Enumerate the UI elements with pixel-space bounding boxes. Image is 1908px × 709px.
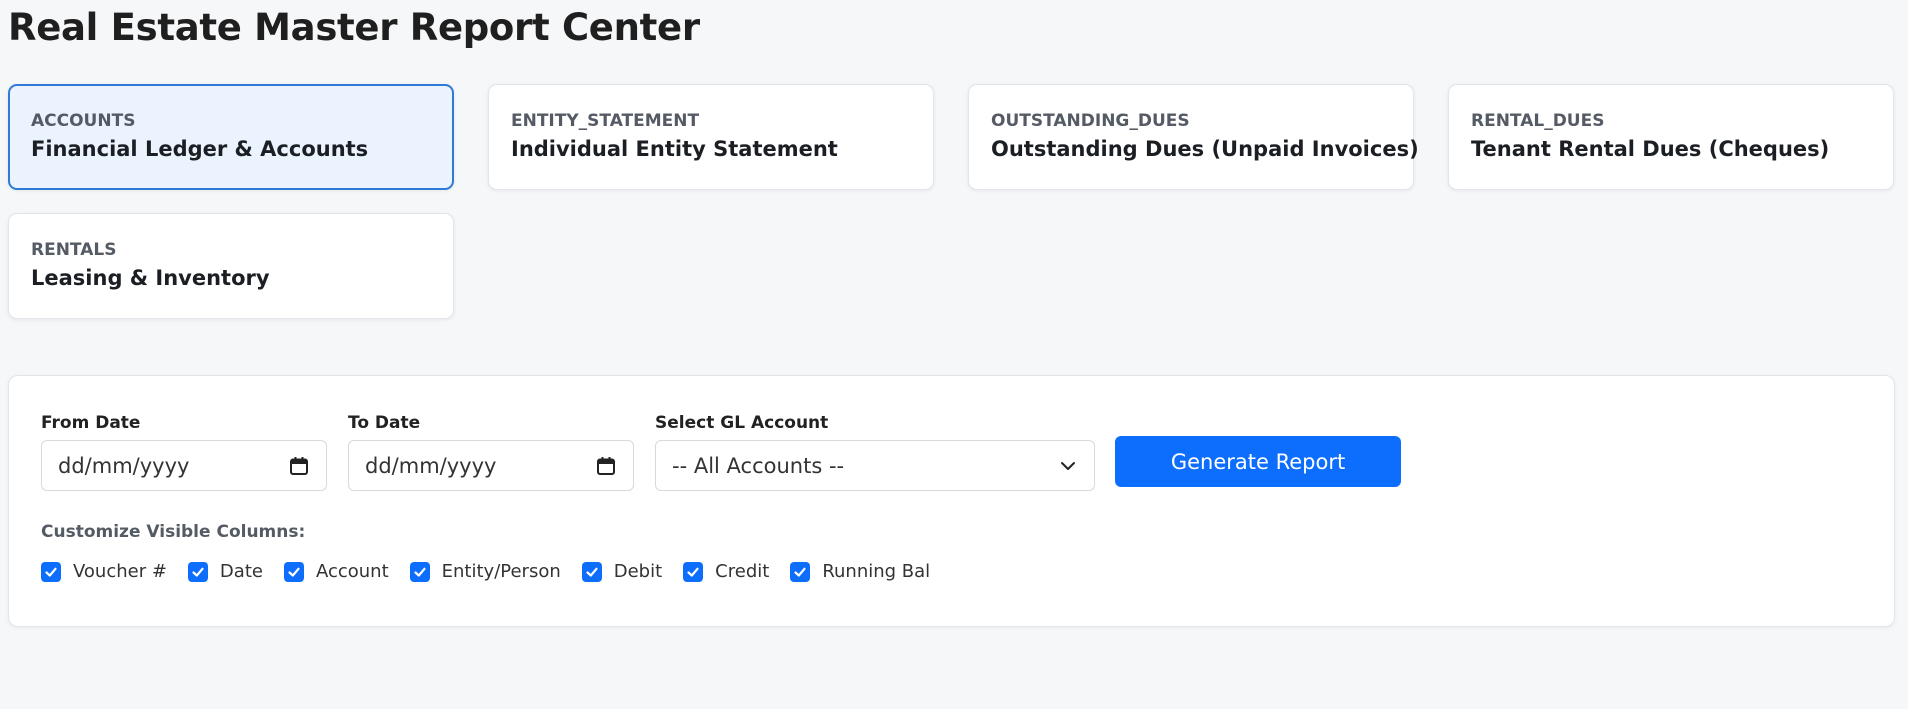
column-toggle-debit[interactable]: Debit: [581, 561, 663, 582]
generate-report-button[interactable]: Generate Report: [1115, 436, 1401, 487]
column-toggle-voucher[interactable]: Voucher #: [41, 561, 167, 582]
to-date-field: To Date dd/mm/yyyy: [348, 412, 634, 491]
report-center-page: Real Estate Master Report Center ACCOUNT…: [0, 0, 1908, 709]
report-card-name: Tenant Rental Dues (Cheques): [1471, 137, 1830, 161]
column-label: Credit: [715, 561, 770, 582]
checkbox-checked[interactable]: [790, 561, 811, 582]
checkbox-checked[interactable]: [683, 561, 704, 582]
column-toggle-running-bal[interactable]: Running Bal: [790, 561, 930, 582]
report-card-code: ACCOUNTS: [31, 111, 136, 131]
checkbox-checked[interactable]: [283, 561, 304, 582]
checkbox-checked[interactable]: [41, 561, 61, 582]
to-date-input[interactable]: dd/mm/yyyy: [348, 440, 634, 491]
report-card-name: Financial Ledger & Accounts: [31, 137, 369, 161]
column-toggle-entity[interactable]: Entity/Person: [409, 561, 561, 582]
to-date-label: To Date: [348, 413, 421, 433]
gl-account-select[interactable]: -- All Accounts --: [655, 440, 1095, 491]
report-card-name: Individual Entity Statement: [511, 137, 838, 161]
filter-panel: From Date dd/mm/yyyy To Date dd/mm/yyyy: [8, 375, 1895, 627]
column-label: Running Bal: [822, 561, 931, 582]
report-card-rentals[interactable]: RENTALS Leasing & Inventory: [8, 213, 454, 319]
checkbox-checked[interactable]: [581, 561, 602, 582]
gl-account-field: Select GL Account -- All Accounts --: [655, 412, 1095, 491]
column-toggle-account[interactable]: Account: [283, 561, 389, 582]
from-date-input[interactable]: dd/mm/yyyy: [41, 440, 327, 491]
report-card-name: Outstanding Dues (Unpaid Invoices): [991, 137, 1419, 161]
from-date-value: dd/mm/yyyy: [58, 453, 190, 478]
to-date-value: dd/mm/yyyy: [365, 453, 497, 478]
report-card-rental-dues[interactable]: RENTAL_DUES Tenant Rental Dues (Cheques): [1448, 84, 1894, 190]
columns-label: Customize Visible Columns:: [41, 522, 306, 542]
report-card-outstanding-dues[interactable]: OUTSTANDING_DUES Outstanding Dues (Unpai…: [968, 84, 1419, 190]
column-toggle-date[interactable]: Date: [187, 561, 263, 582]
column-label: Voucher #: [73, 561, 167, 582]
report-card-name: Leasing & Inventory: [31, 266, 270, 290]
report-card-code: RENTALS: [31, 240, 117, 260]
column-toggle-credit[interactable]: Credit: [683, 561, 769, 582]
calendar-icon[interactable]: [595, 455, 617, 477]
gl-account-selected: -- All Accounts --: [672, 453, 845, 478]
from-date-label: From Date: [41, 413, 141, 433]
report-card-code: ENTITY_STATEMENT: [511, 111, 700, 131]
report-card-entity-statement[interactable]: ENTITY_STATEMENT Individual Entity State…: [488, 84, 934, 190]
column-label: Account: [315, 561, 389, 582]
calendar-icon[interactable]: [288, 455, 310, 477]
chevron-down-icon: [1058, 456, 1078, 476]
column-toggles: Voucher # Date Account Entity/Person Deb…: [41, 561, 951, 582]
page-title: Real Estate Master Report Center: [8, 6, 700, 49]
column-label: Date: [219, 561, 263, 582]
gl-account-label: Select GL Account: [655, 413, 829, 433]
from-date-field: From Date dd/mm/yyyy: [41, 412, 327, 491]
column-label: Entity/Person: [441, 561, 561, 582]
report-card-code: OUTSTANDING_DUES: [991, 111, 1190, 131]
checkbox-checked[interactable]: [187, 561, 208, 582]
checkbox-checked[interactable]: [409, 561, 430, 582]
column-label: Debit: [613, 561, 663, 582]
report-card-accounts[interactable]: ACCOUNTS Financial Ledger & Accounts: [8, 84, 454, 190]
report-card-code: RENTAL_DUES: [1471, 111, 1605, 131]
